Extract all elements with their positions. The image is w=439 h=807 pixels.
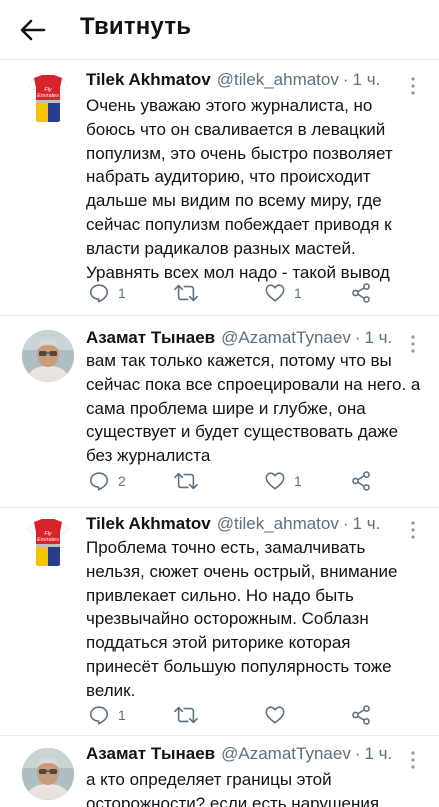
retweet-icon — [174, 472, 198, 490]
tweet-text: а кто определяет границы этой осторожнос… — [86, 770, 380, 807]
page-title: Твитнуть — [80, 13, 192, 40]
share-button[interactable] — [350, 470, 372, 492]
author-handle[interactable]: @AzamatTynaev — [221, 744, 351, 764]
like-count: 1 — [294, 473, 302, 489]
author-handle[interactable]: @tilek_ahmatov — [217, 514, 339, 534]
reply-button[interactable]: 1 — [88, 704, 126, 726]
tweet-text: вам так только кажется, потому что вы се… — [86, 351, 421, 466]
arrow-left-icon — [20, 19, 46, 41]
tweet-time[interactable]: 1 ч. — [353, 70, 381, 90]
separator: · — [354, 328, 361, 347]
author-handle[interactable]: @tilek_ahmatov — [217, 70, 339, 90]
tweet-time[interactable]: 1 ч. — [353, 514, 381, 534]
tweet-time[interactable]: 1 ч. — [365, 744, 393, 764]
tweet-actions: 2 1 — [88, 470, 388, 494]
avatar[interactable]: Fly Emirates — [22, 516, 74, 568]
retweet-button[interactable] — [174, 470, 206, 492]
separator: · — [354, 744, 361, 763]
tweet[interactable]: Fly Emirates Tilek Akhmatov @tilek_ahmat… — [0, 60, 439, 316]
top-bar: Твитнуть — [0, 0, 439, 60]
reply-icon — [89, 284, 109, 303]
tweet[interactable]: Азамат Тынаев @AzamatTynaev · 1 ч. а кто… — [0, 736, 439, 807]
reply-count: 1 — [118, 285, 126, 301]
share-button[interactable] — [350, 704, 372, 726]
svg-text:Emirates: Emirates — [37, 537, 59, 543]
tweet-header: Азамат Тынаев @AzamatTynaev · 1 ч. — [86, 744, 392, 764]
avatar[interactable] — [22, 748, 74, 800]
tweet-header: Tilek Akhmatov @tilek_ahmatov · 1 ч. — [86, 514, 380, 534]
avatar[interactable] — [22, 330, 74, 382]
separator: · — [342, 514, 349, 533]
tweet-actions: 1 1 — [88, 282, 388, 306]
tweet-header: Tilek Akhmatov @tilek_ahmatov · 1 ч. — [86, 70, 380, 90]
tweet[interactable]: Fly Emirates Tilek Akhmatov @tilek_ahmat… — [0, 508, 439, 736]
more-vertical-icon[interactable] — [403, 76, 423, 96]
tweet-text: Проблема точно есть, замалчивать нельзя,… — [86, 538, 398, 700]
heart-icon — [265, 284, 285, 302]
heart-icon — [265, 706, 285, 724]
more-vertical-icon[interactable] — [403, 750, 423, 770]
tweet-text: Очень уважаю этого журналиста, но боюсь … — [86, 96, 393, 282]
like-count: 1 — [294, 285, 302, 301]
reply-count: 2 — [118, 473, 126, 489]
author-handle[interactable]: @AzamatTynaev — [221, 328, 351, 348]
tweet-header: Азамат Тынаев @AzamatTynaev · 1 ч. — [86, 328, 392, 348]
user-photo-avatar-image — [22, 748, 74, 800]
author-name[interactable]: Tilek Akhmatov — [86, 514, 211, 534]
like-button[interactable] — [264, 704, 294, 726]
separator: · — [342, 70, 349, 89]
tweet[interactable]: Азамат Тынаев @AzamatTynaev · 1 ч. вам т… — [0, 316, 439, 508]
reply-icon — [89, 472, 109, 491]
jersey-avatar-image: Fly Emirates — [22, 72, 74, 124]
like-button[interactable]: 1 — [264, 282, 302, 304]
retweet-icon — [174, 706, 198, 724]
tweet-time[interactable]: 1 ч. — [365, 328, 393, 348]
retweet-icon — [174, 284, 198, 302]
tweet-actions: 1 — [88, 704, 388, 728]
like-button[interactable]: 1 — [264, 470, 302, 492]
author-name[interactable]: Азамат Тынаев — [86, 328, 215, 348]
share-icon — [352, 471, 370, 491]
reply-count: 1 — [118, 707, 126, 723]
reply-button[interactable]: 1 — [88, 282, 126, 304]
avatar[interactable]: Fly Emirates — [22, 72, 74, 124]
author-name[interactable]: Азамат Тынаев — [86, 744, 215, 764]
retweet-button[interactable] — [174, 282, 206, 304]
share-icon — [352, 705, 370, 725]
svg-text:Emirates: Emirates — [37, 93, 59, 99]
jersey-avatar-image: Fly Emirates — [22, 516, 74, 568]
share-button[interactable] — [350, 282, 372, 304]
reply-button[interactable]: 2 — [88, 470, 126, 492]
author-name[interactable]: Tilek Akhmatov — [86, 70, 211, 90]
heart-icon — [265, 472, 285, 490]
retweet-button[interactable] — [174, 704, 206, 726]
reply-icon — [89, 706, 109, 725]
user-photo-avatar-image — [22, 330, 74, 382]
back-button[interactable] — [18, 15, 48, 45]
share-icon — [352, 283, 370, 303]
